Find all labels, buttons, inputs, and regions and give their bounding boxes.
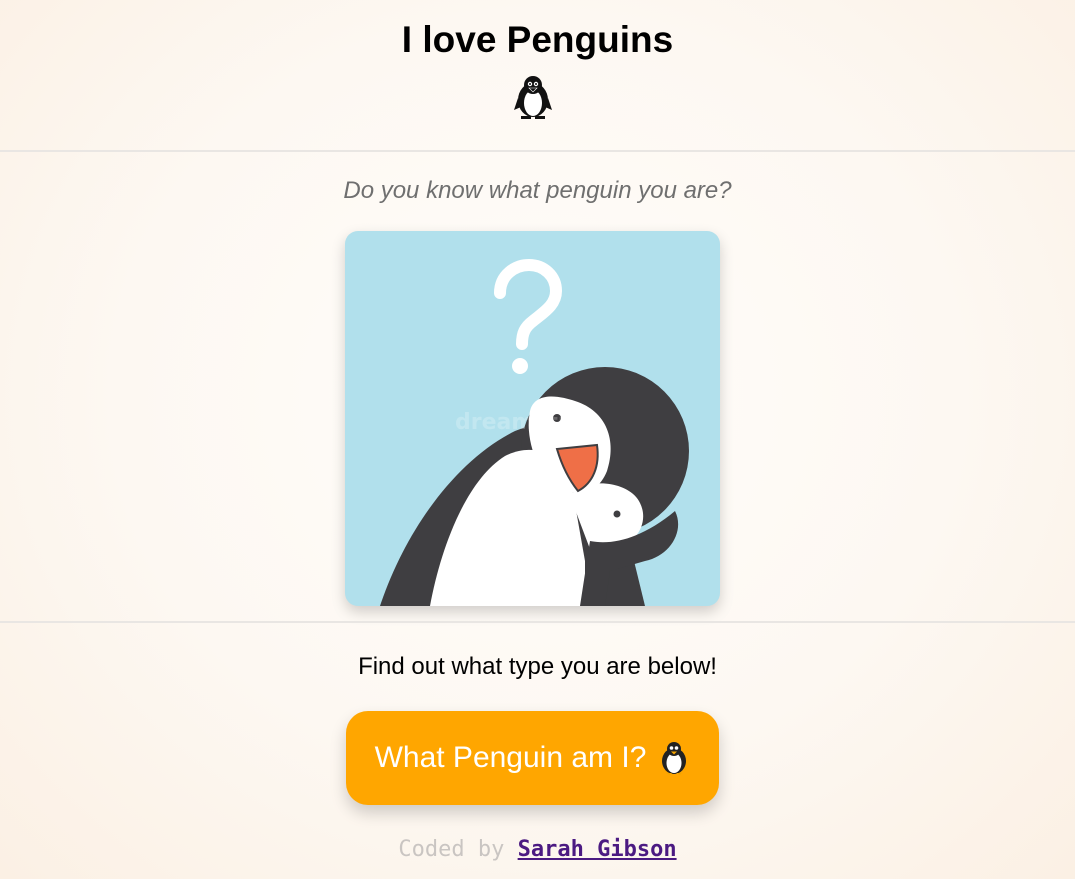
penguin-icon	[514, 76, 552, 119]
watermark-text: dreamstime	[455, 410, 603, 435]
penguin-icon	[662, 742, 687, 775]
footer: Coded by Sarah Gibson	[0, 836, 1075, 864]
page-header: I love Penguins	[0, 0, 1075, 150]
top-divider	[0, 150, 1075, 152]
page-title: I love Penguins	[401, 19, 674, 60]
what-penguin-button-label: What Penguin am I?	[374, 741, 647, 774]
footer-credit-prefix: Coded by	[398, 837, 505, 862]
what-penguin-button[interactable]: What Penguin am I?	[346, 711, 719, 805]
thinking-penguin-illustration: dreamstime	[345, 231, 720, 606]
find-out-text: Find out what type you are below!	[358, 653, 717, 680]
tagline: Do you know what penguin you are?	[343, 177, 732, 204]
bottom-divider	[0, 621, 1075, 623]
author-link[interactable]: Sarah Gibson	[518, 837, 677, 862]
